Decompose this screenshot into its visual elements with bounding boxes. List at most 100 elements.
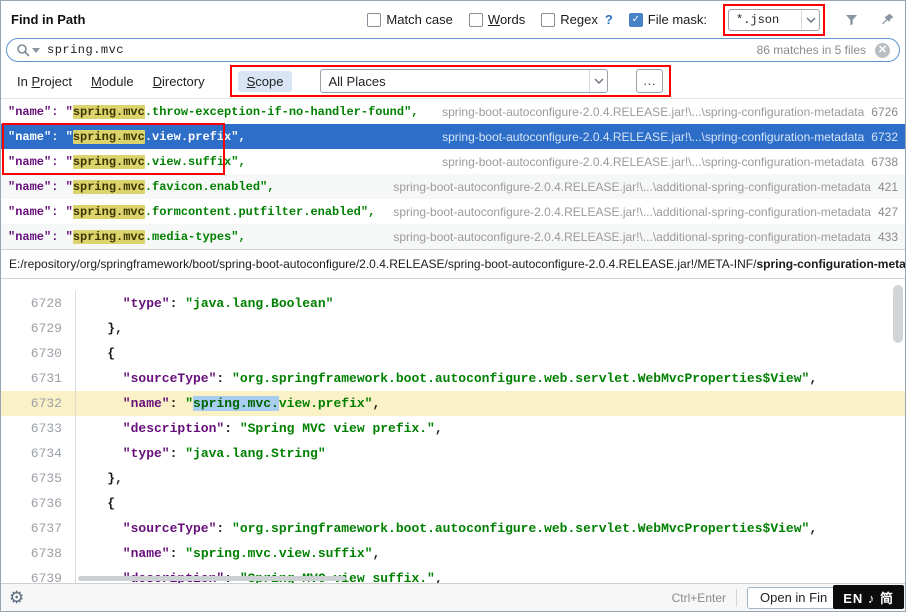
line-number: 6729 xyxy=(1,316,76,341)
code-line[interactable]: 6731"sourceType": "org.springframework.b… xyxy=(1,366,905,391)
search-history-chevron-icon[interactable] xyxy=(32,48,40,53)
file-path-text: E:/repository/org/springframework/boot/s… xyxy=(9,257,756,271)
file-mask-label: File mask: xyxy=(648,12,707,27)
code-line[interactable]: 6738"name": "spring.mvc.view.suffix", xyxy=(1,541,905,566)
regex-label: Regex xyxy=(560,12,598,27)
result-row[interactable]: "name": "spring.mvc.media-types", spring-… xyxy=(1,224,905,249)
find-in-path-dialog: Find in Path Match case Words Regex ? ✓ … xyxy=(0,0,906,612)
regex-help-link[interactable]: ? xyxy=(605,12,613,27)
result-key: "name": " xyxy=(8,155,73,169)
result-line-number: 427 xyxy=(878,205,905,219)
result-match-highlight: spring.mvc xyxy=(73,205,145,219)
result-file-path: spring-boot-autoconfigure-2.0.4.RELEASE.… xyxy=(393,180,871,194)
result-key: "name": " xyxy=(8,230,73,244)
match-count: 86 matches in 5 files xyxy=(757,43,866,57)
code-line[interactable]: 6735}, xyxy=(1,466,905,491)
result-file-path: spring-boot-autoconfigure-2.0.4.RELEASE.… xyxy=(442,105,864,119)
bottom-bar: ⚙ Ctrl+Enter Open in Fin EN ♪ 简 xyxy=(1,583,905,611)
match-case-label: Match case xyxy=(386,12,452,27)
result-file-path: spring-boot-autoconfigure-2.0.4.RELEASE.… xyxy=(393,205,871,219)
result-row[interactable]: "name": "spring.mvc.throw-exception-if-n… xyxy=(1,99,905,124)
annotation-box-scope: Scope All Places ... xyxy=(230,65,672,97)
code-text: "name": "spring.mvc.view.suffix", xyxy=(76,541,380,566)
words-checkbox[interactable] xyxy=(469,13,483,27)
words-option[interactable]: Words xyxy=(469,12,525,27)
search-row: spring.mvc 86 matches in 5 files ✕ xyxy=(1,38,905,64)
result-file-path: spring-boot-autoconfigure-2.0.4.RELEASE.… xyxy=(442,130,864,144)
code-line[interactable]: 6737"sourceType": "org.springframework.b… xyxy=(1,516,905,541)
shortcut-hint: Ctrl+Enter xyxy=(672,591,726,605)
scope-tab-directory[interactable]: Directory xyxy=(151,71,207,92)
code-line[interactable]: 6734"type": "java.lang.String" xyxy=(1,441,905,466)
pin-icon[interactable] xyxy=(877,10,897,30)
results-list: "name": "spring.mvc.throw-exception-if-n… xyxy=(1,99,905,249)
line-number: 6730 xyxy=(1,341,76,366)
result-rest: .throw-exception-if-no-handler-found", xyxy=(145,105,419,119)
code-text: "name": "spring.mvc.view.prefix", xyxy=(76,391,380,416)
scope-combobox[interactable]: All Places xyxy=(320,69,608,93)
result-file-path: spring-boot-autoconfigure-2.0.4.RELEASE.… xyxy=(393,230,871,244)
vertical-scrollbar-thumb[interactable] xyxy=(893,285,903,343)
search-query-text: spring.mvc xyxy=(47,43,124,57)
regex-checkbox[interactable] xyxy=(541,13,555,27)
code-line[interactable]: 6730{ xyxy=(1,341,905,366)
match-case-option[interactable]: Match case xyxy=(367,12,452,27)
result-key: "name": " xyxy=(8,180,73,194)
result-key: "name": " xyxy=(8,105,73,119)
preview-editor[interactable]: 6728"type": "java.lang.Boolean"6729},673… xyxy=(1,279,905,583)
more-scopes-button[interactable]: ... xyxy=(636,69,663,93)
line-number: 6733 xyxy=(1,416,76,441)
scope-tab-project[interactable]: In Project xyxy=(15,71,74,92)
line-number: 6737 xyxy=(1,516,76,541)
regex-option[interactable]: Regex ? xyxy=(541,12,613,27)
result-file-path: spring-boot-autoconfigure-2.0.4.RELEASE.… xyxy=(442,155,864,169)
result-match-highlight: spring.mvc xyxy=(73,130,145,144)
chevron-down-icon[interactable] xyxy=(589,70,607,92)
code-line[interactable]: 6736{ xyxy=(1,491,905,516)
ime-language-badge[interactable]: EN ♪ 简 xyxy=(833,585,904,609)
editor-lines: 6728"type": "java.lang.Boolean"6729},673… xyxy=(1,291,905,583)
selected-scope-tab-host: Scope xyxy=(238,71,293,92)
search-icon xyxy=(16,43,30,57)
code-line[interactable]: 6733"description": "Spring MVC view pref… xyxy=(1,416,905,441)
result-rest: .favicon.enabled", xyxy=(145,180,275,194)
scope-tab-module[interactable]: Module xyxy=(89,71,136,92)
code-text: "type": "java.lang.String" xyxy=(76,441,326,466)
file-mask-checkbox[interactable]: ✓ xyxy=(629,13,643,27)
result-line-number: 433 xyxy=(878,230,905,244)
code-text: "description": "Spring MVC view prefix."… xyxy=(76,416,443,441)
result-line-number: 6726 xyxy=(871,105,905,119)
match-case-checkbox[interactable] xyxy=(367,13,381,27)
dialog-title: Find in Path xyxy=(11,12,85,27)
code-line[interactable]: 6732"name": "spring.mvc.view.prefix", xyxy=(1,391,905,416)
file-mask-value: *.json xyxy=(729,13,801,27)
annotation-box-file-mask: *.json xyxy=(723,4,825,36)
result-match-highlight: spring.mvc xyxy=(73,230,145,244)
result-rest: .media-types", xyxy=(145,230,246,244)
result-row[interactable]: "name": "spring.mvc.view.prefix",spring-… xyxy=(1,124,905,149)
code-line[interactable]: 6728"type": "java.lang.Boolean" xyxy=(1,291,905,316)
result-row[interactable]: "name": "spring.mvc.formcontent.putfilte… xyxy=(1,199,905,224)
filter-icon[interactable] xyxy=(841,10,861,30)
scope-bar: In Project Module Directory Scope All Plac… xyxy=(1,64,905,99)
result-rest: .formcontent.putfilter.enabled", xyxy=(145,205,375,219)
code-text: { xyxy=(76,491,115,516)
result-row[interactable]: "name": "spring.mvc.favicon.enabled",spr… xyxy=(1,174,905,199)
file-mask-combobox[interactable]: *.json xyxy=(728,9,820,31)
search-input[interactable]: spring.mvc 86 matches in 5 files ✕ xyxy=(6,38,900,62)
result-row[interactable]: "name": "spring.mvc.view.suffix",spring-… xyxy=(1,149,905,174)
code-text: "type": "java.lang.Boolean" xyxy=(76,291,333,316)
code-line[interactable]: 6729}, xyxy=(1,316,905,341)
result-match-highlight: spring.mvc xyxy=(73,155,145,169)
result-line-number: 6732 xyxy=(871,130,905,144)
line-number: 6736 xyxy=(1,491,76,516)
code-text: "sourceType": "org.springframework.boot.… xyxy=(76,366,817,391)
result-match-highlight: spring.mvc xyxy=(73,105,145,119)
scope-tab-scope[interactable]: Scope xyxy=(238,71,293,92)
clear-search-icon[interactable]: ✕ xyxy=(875,43,890,58)
file-mask-option[interactable]: ✓ File mask: xyxy=(629,12,707,27)
gear-icon[interactable]: ⚙ xyxy=(9,589,24,606)
horizontal-scrollbar-thumb[interactable] xyxy=(78,576,346,581)
chevron-down-icon[interactable] xyxy=(801,10,819,30)
scope-tabs: In Project Module Directory xyxy=(15,71,207,92)
